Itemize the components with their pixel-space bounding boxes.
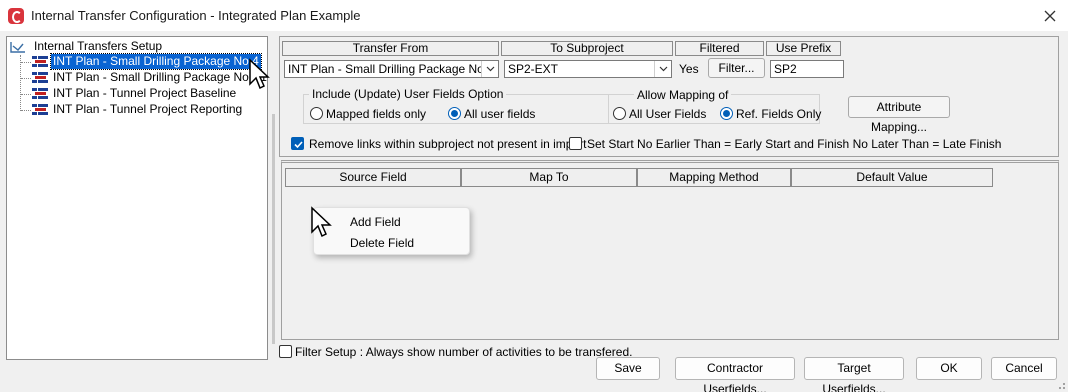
radio-label: Mapped fields only xyxy=(326,107,427,121)
tree-root-label: Internal Transfers Setup xyxy=(34,39,163,53)
tree-connector xyxy=(20,55,21,111)
prefix-input[interactable]: SP2 xyxy=(770,60,844,78)
window-title: Internal Transfer Configuration - Integr… xyxy=(31,8,361,23)
transfer-from-value: INT Plan - Small Drilling Package No.4 xyxy=(288,62,494,76)
set-start-checkbox[interactable] xyxy=(569,137,582,150)
resize-grip-icon[interactable] xyxy=(1056,380,1066,390)
include-fields-group-title: Include (Update) User Fields Option xyxy=(309,87,507,101)
remove-links-label: Remove links within subproject not prese… xyxy=(309,137,587,151)
tree-item-label: INT Plan - Tunnel Project Baseline xyxy=(53,86,237,100)
column-header-default-value[interactable]: Default Value xyxy=(791,168,993,187)
ok-button[interactable]: OK xyxy=(916,357,982,380)
menu-item-delete-field[interactable]: Delete Field xyxy=(350,236,414,250)
context-menu: Add Field Delete Field xyxy=(313,207,470,255)
radio-all-user-fields[interactable] xyxy=(448,107,461,120)
set-start-label: Set Start No Earlier Than = Early Start … xyxy=(587,137,1002,151)
to-subproject-value: SP2-EXT xyxy=(508,62,559,76)
radio-ref-fields-only[interactable] xyxy=(720,107,733,120)
tree-item-label: INT Plan - Small Drilling Package No.4 xyxy=(50,53,262,70)
tree-connector xyxy=(21,110,31,111)
tree-item-drilling-no4[interactable]: INT Plan - Small Drilling Package No.4 xyxy=(32,53,262,70)
plan-icon xyxy=(32,88,48,99)
header-use-prefix: Use Prefix xyxy=(766,41,841,56)
filter-button[interactable]: Filter... xyxy=(708,58,765,78)
tree-connector xyxy=(21,62,31,63)
header-to-subproject: To Subproject xyxy=(501,41,673,56)
plan-icon xyxy=(32,104,48,115)
tree-connector xyxy=(21,94,31,95)
menu-item-add-field[interactable]: Add Field xyxy=(350,215,401,229)
tree-item-drilling-a1[interactable]: INT Plan - Small Drilling Package No.A1 xyxy=(32,70,269,86)
tree-root[interactable]: Internal Transfers Setup xyxy=(10,39,164,55)
tree-item-tunnel-baseline[interactable]: INT Plan - Tunnel Project Baseline xyxy=(32,86,238,102)
splitter-handle[interactable] xyxy=(272,114,275,344)
mouse-cursor-icon xyxy=(311,206,332,238)
plan-icon xyxy=(32,56,48,67)
mouse-cursor-icon xyxy=(249,58,270,90)
radio-label: Ref. Fields Only xyxy=(736,107,822,121)
app-icon xyxy=(8,8,24,24)
tree-item-label: INT Plan - Small Drilling Package No.A1 xyxy=(53,70,267,84)
plan-icon xyxy=(32,72,48,83)
filter-setup-label: Filter Setup : Always show number of act… xyxy=(295,345,633,359)
filter-setup-checkbox[interactable] xyxy=(279,345,292,358)
radio-all-user-fields-mapping[interactable] xyxy=(613,107,626,120)
dropdown-button[interactable] xyxy=(481,61,498,77)
filtered-value: Yes xyxy=(679,62,699,76)
header-transfer-from: Transfer From xyxy=(282,41,499,56)
radio-label: All user fields xyxy=(464,107,536,121)
transfer-from-select[interactable]: INT Plan - Small Drilling Package No.4 xyxy=(284,60,499,78)
header-filtered: Filtered xyxy=(675,41,764,56)
dropdown-button[interactable] xyxy=(654,61,671,77)
contractor-userfields-button[interactable]: Contractor Userfields... xyxy=(675,357,795,392)
column-header-source-field[interactable]: Source Field xyxy=(285,168,461,187)
close-icon xyxy=(1044,10,1056,22)
checkmark-icon xyxy=(294,141,303,149)
tree-item-tunnel-reporting[interactable]: INT Plan - Tunnel Project Reporting xyxy=(32,102,244,118)
transfer-tree[interactable]: Internal Transfers Setup INT Plan - Smal… xyxy=(6,36,268,360)
title-bar: Internal Transfer Configuration - Integr… xyxy=(0,0,1068,31)
folder-tree-icon xyxy=(10,42,25,53)
tree-item-label: INT Plan - Tunnel Project Reporting xyxy=(53,102,243,116)
save-button[interactable]: Save xyxy=(596,357,660,380)
chevron-down-icon xyxy=(659,66,668,72)
column-header-map-to[interactable]: Map To xyxy=(461,168,637,187)
cancel-button[interactable]: Cancel xyxy=(991,357,1057,380)
chevron-down-icon xyxy=(486,66,495,72)
tree-connector xyxy=(21,78,31,79)
target-userfields-button[interactable]: Target Userfields... xyxy=(804,357,904,392)
radio-label: All User Fields xyxy=(629,107,707,121)
to-subproject-select[interactable]: SP2-EXT xyxy=(504,60,672,78)
transfer-config-panel: Transfer From To Subproject Filtered Use… xyxy=(279,36,1059,157)
attribute-mapping-button[interactable]: Attribute Mapping... xyxy=(848,96,950,134)
column-header-mapping-method[interactable]: Mapping Method xyxy=(637,168,791,187)
allow-mapping-group-title: Allow Mapping of xyxy=(634,88,732,102)
close-button[interactable] xyxy=(1038,4,1062,28)
remove-links-checkbox[interactable] xyxy=(291,137,304,150)
radio-mapped-fields-only[interactable] xyxy=(310,107,323,120)
